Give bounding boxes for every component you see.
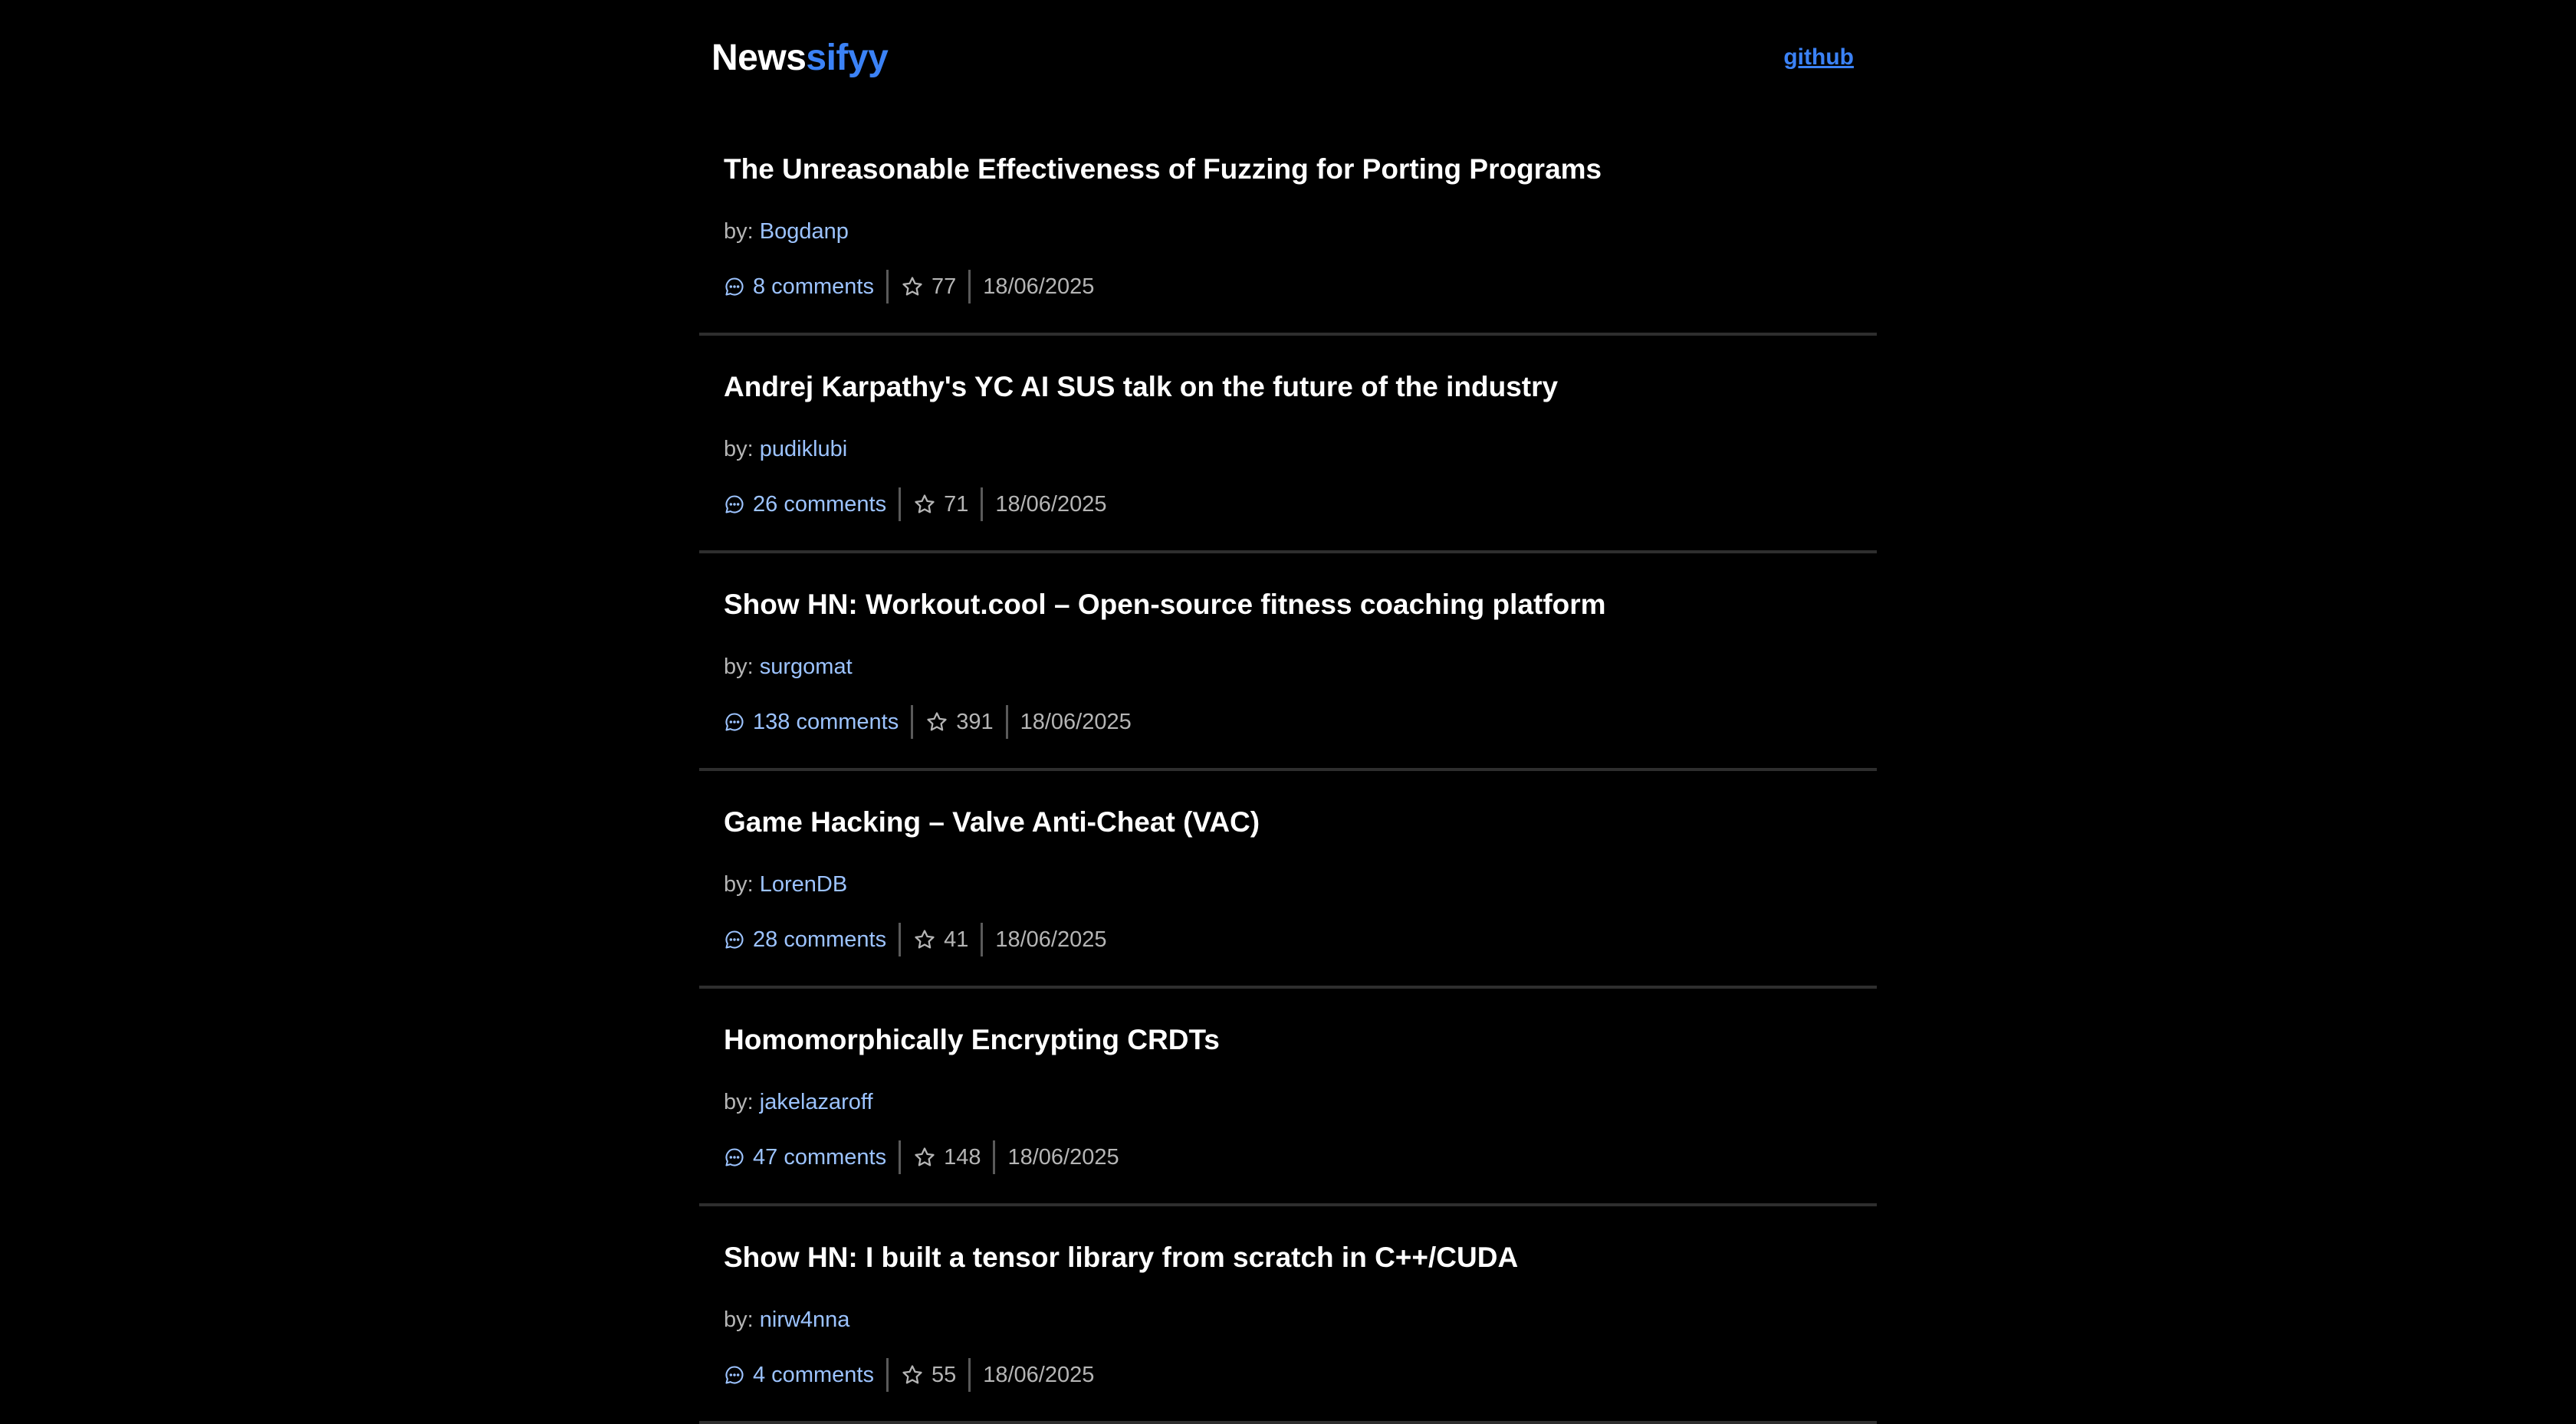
- story-date: 18/06/2025: [995, 491, 1107, 517]
- byline-label: by:: [724, 219, 754, 244]
- byline-label: by:: [724, 872, 754, 897]
- comments-count: 138 comments: [753, 709, 899, 734]
- comments-count: 8 comments: [753, 274, 874, 299]
- comments-link[interactable]: 28 comments: [724, 927, 886, 953]
- score-value: 148: [944, 1144, 981, 1170]
- comments-count: 47 comments: [753, 1144, 887, 1170]
- story-item: Andrej Karpathy's YC AI SUS talk on the …: [699, 337, 1877, 553]
- star-icon: [915, 930, 935, 949]
- story-author[interactable]: surgomat: [760, 655, 853, 679]
- score-value: 55: [931, 1362, 957, 1387]
- story-author[interactable]: jakelazaroff: [760, 1090, 873, 1114]
- story-meta: 28 comments 41 18/06/2025: [724, 923, 1107, 956]
- meta-divider: [886, 1358, 889, 1392]
- meta-divider: [981, 923, 984, 956]
- comments-count: 4 comments: [753, 1362, 874, 1387]
- byline-label: by:: [724, 655, 754, 679]
- comments-link[interactable]: 26 comments: [724, 492, 886, 517]
- brand-logo[interactable]: Newssifyy: [711, 37, 889, 79]
- story-meta: 47 comments 148 18/06/2025: [724, 1140, 1119, 1174]
- comments-count: 28 comments: [753, 927, 887, 952]
- story-meta: 8 comments 77 18/06/2025: [724, 270, 1094, 304]
- meta-divider: [1005, 705, 1008, 739]
- story-score: 391: [925, 709, 994, 735]
- story-title[interactable]: Homomorphically Encrypting CRDTs: [724, 1024, 1220, 1056]
- comments-link[interactable]: 47 comments: [724, 1145, 886, 1170]
- story-list: The Unreasonable Effectiveness of Fuzzin…: [699, 120, 1877, 1424]
- story-meta: 26 comments 71 18/06/2025: [724, 487, 1107, 521]
- brand-name-part2: sifyy: [806, 38, 889, 78]
- meta-divider: [993, 1140, 996, 1174]
- star-icon: [927, 712, 947, 731]
- story-date: 18/06/2025: [1007, 1144, 1119, 1170]
- brand-name-part1: News: [711, 38, 807, 78]
- comment-icon: [725, 1366, 744, 1384]
- comment-icon: [725, 713, 744, 731]
- story-title[interactable]: Game Hacking – Valve Anti-Cheat (VAC): [724, 806, 1260, 838]
- comments-link[interactable]: 8 comments: [724, 274, 874, 300]
- byline-label: by:: [724, 1308, 754, 1332]
- story-date: 18/06/2025: [983, 274, 1095, 299]
- comment-icon: [725, 277, 744, 296]
- comment-icon: [725, 1148, 744, 1166]
- comments-link[interactable]: 138 comments: [724, 710, 899, 735]
- story-title[interactable]: Show HN: I built a tensor library from s…: [724, 1242, 1518, 1274]
- story-title[interactable]: Andrej Karpathy's YC AI SUS talk on the …: [724, 371, 1558, 403]
- story-score: 71: [913, 492, 968, 517]
- story-meta: 138 comments 391 18/06/2025: [724, 705, 1132, 739]
- story-author[interactable]: nirw4nna: [760, 1308, 850, 1332]
- byline-label: by:: [724, 437, 754, 461]
- score-value: 41: [944, 927, 969, 952]
- story-item: Homomorphically Encrypting CRDTs by: jak…: [699, 990, 1877, 1206]
- story-byline: by: pudiklubi: [724, 437, 847, 462]
- story-date: 18/06/2025: [995, 927, 1107, 952]
- story-date: 18/06/2025: [983, 1362, 1095, 1387]
- meta-divider: [968, 1358, 971, 1392]
- meta-divider: [899, 1140, 902, 1174]
- star-icon: [915, 494, 935, 513]
- story-score: 55: [901, 1363, 956, 1388]
- meta-divider: [899, 923, 902, 956]
- comment-icon: [725, 495, 744, 513]
- story-item: Show HN: Workout.cool – Open-source fitn…: [699, 555, 1877, 771]
- score-value: 77: [931, 274, 957, 299]
- comments-link[interactable]: 4 comments: [724, 1363, 874, 1388]
- story-score: 77: [901, 274, 956, 300]
- story-date: 18/06/2025: [1020, 709, 1132, 734]
- story-item: Game Hacking – Valve Anti-Cheat (VAC) by…: [699, 773, 1877, 989]
- byline-label: by:: [724, 1090, 754, 1114]
- story-meta: 4 comments 55 18/06/2025: [724, 1358, 1094, 1392]
- story-byline: by: surgomat: [724, 655, 853, 680]
- comments-count: 26 comments: [753, 491, 887, 517]
- story-score: 148: [913, 1145, 981, 1170]
- story-byline: by: jakelazaroff: [724, 1090, 873, 1115]
- score-value: 391: [956, 709, 994, 734]
- meta-divider: [911, 705, 914, 739]
- story-author[interactable]: LorenDB: [760, 872, 847, 897]
- story-byline: by: Bogdanp: [724, 219, 849, 244]
- comment-icon: [725, 930, 744, 949]
- story-byline: by: LorenDB: [724, 872, 847, 897]
- story-score: 41: [913, 927, 968, 953]
- story-item: Show HN: I built a tensor library from s…: [699, 1208, 1877, 1424]
- page-container: Newssifyy github The Unreasonable Effect…: [699, 0, 1877, 1424]
- header: Newssifyy github: [699, 0, 1877, 120]
- star-icon: [915, 1147, 935, 1166]
- meta-divider: [981, 487, 984, 521]
- story-byline: by: nirw4nna: [724, 1308, 849, 1333]
- github-link[interactable]: github: [1783, 44, 1854, 71]
- score-value: 71: [944, 491, 969, 517]
- meta-divider: [968, 270, 971, 304]
- story-title[interactable]: The Unreasonable Effectiveness of Fuzzin…: [724, 153, 1602, 185]
- story-item: The Unreasonable Effectiveness of Fuzzin…: [699, 120, 1877, 336]
- star-icon: [902, 1365, 922, 1384]
- star-icon: [902, 277, 922, 296]
- story-title[interactable]: Show HN: Workout.cool – Open-source fitn…: [724, 589, 1606, 621]
- meta-divider: [886, 270, 889, 304]
- meta-divider: [899, 487, 902, 521]
- story-author[interactable]: Bogdanp: [760, 219, 849, 244]
- story-author[interactable]: pudiklubi: [760, 437, 847, 461]
